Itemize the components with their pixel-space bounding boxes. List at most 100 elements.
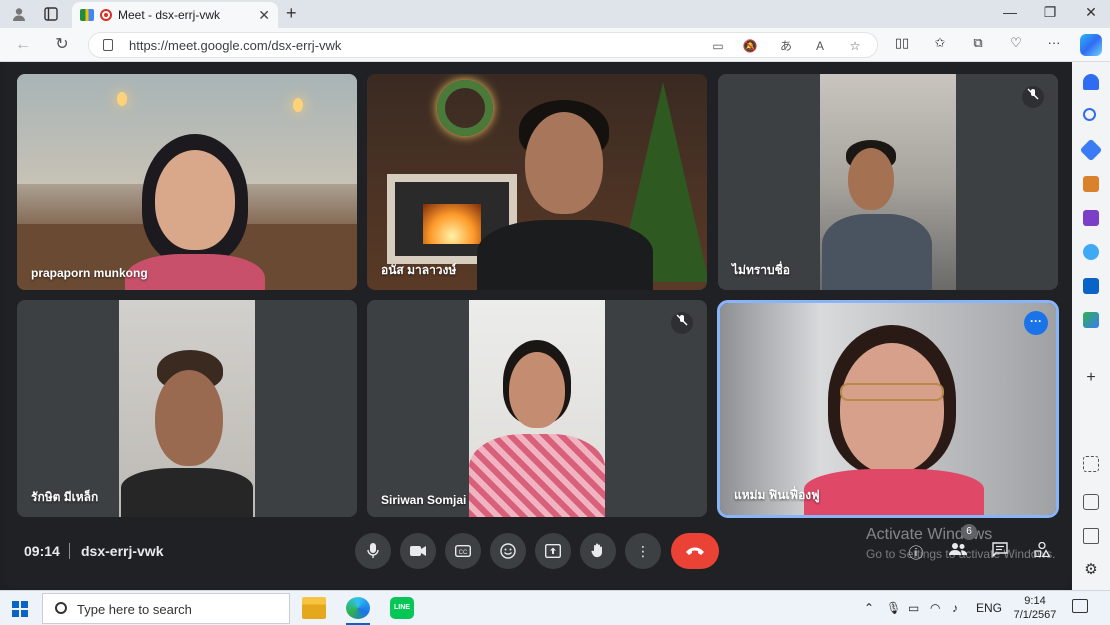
camera-in-use-icon[interactable]: ▭ — [709, 38, 727, 54]
participant-tile[interactable]: ไม่ทราบชื่อ — [718, 74, 1058, 290]
hide-sidebar-icon[interactable] — [1083, 494, 1099, 510]
taskbar-clock[interactable]: 9:14 7/1/2567 — [1013, 594, 1057, 622]
screenshot-icon[interactable] — [1083, 456, 1099, 472]
minimize-button[interactable]: — — [996, 4, 1024, 20]
participant-name: รักษิต มีเหล็ก — [31, 490, 99, 504]
tray-microphone-icon[interactable]: 🎙 — [886, 601, 901, 615]
read-aloud-icon[interactable]: A — [811, 38, 829, 54]
wifi-icon[interactable]: ◠ — [930, 601, 940, 615]
microsoft-365-icon[interactable] — [1083, 244, 1099, 260]
language-indicator[interactable]: ENG — [976, 601, 1002, 615]
recording-icon — [100, 9, 112, 21]
participant-body — [822, 214, 932, 290]
clock-time: 9:14 — [1024, 595, 1046, 607]
games-icon[interactable] — [1083, 210, 1099, 226]
meeting-time: 09:14 — [24, 543, 60, 559]
open-external-icon[interactable] — [1083, 528, 1099, 544]
participant-name: อนัส มาลาวงษ์ — [381, 263, 457, 277]
close-tab-icon[interactable]: ✕ — [258, 7, 270, 24]
participant-face — [155, 150, 235, 250]
activities-icon[interactable] — [1030, 541, 1054, 562]
notification-bell-icon[interactable] — [1083, 74, 1099, 90]
url-text: https://meet.google.com/dsx-errj-vwk — [129, 38, 342, 53]
favorite-star-icon[interactable]: ☆ — [846, 38, 864, 54]
participant-name: Siriwan Somjai — [381, 493, 467, 507]
microphone-button[interactable] — [355, 533, 391, 569]
profile-icon[interactable] — [8, 4, 30, 24]
lamp-icon — [293, 98, 303, 112]
taskbar-search-box[interactable]: Type here to search — [42, 593, 290, 624]
shopping-tag-icon[interactable] — [1079, 138, 1103, 162]
participant-name: ไม่ทราบชื่อ — [732, 263, 791, 277]
add-sidebar-app-icon[interactable]: + — [1083, 370, 1099, 386]
meet-stage: prapaporn munkong อนัส มาลาวงษ์ ไม่ทราบช… — [4, 62, 1072, 588]
participant-tile-active[interactable]: ··· แหม่ม ฟินเฟื่องฟู — [717, 300, 1059, 518]
collections-icon[interactable]: ⧉ — [968, 34, 988, 52]
edge-sidebar: + ⚙ — [1072, 62, 1110, 590]
fire-icon — [423, 204, 481, 244]
chat-icon[interactable] — [988, 542, 1012, 562]
meeting-info-icon[interactable]: ⓘ — [904, 542, 928, 562]
mute-tab-icon[interactable]: 🔕 — [741, 38, 759, 54]
back-arrow-icon[interactable]: ← — [12, 35, 34, 55]
participant-body — [121, 468, 253, 517]
battery-icon[interactable]: ▭ — [908, 601, 919, 615]
tab-meet[interactable]: Meet - dsx-errj-vwk ✕ — [72, 2, 278, 28]
browser-essentials-icon[interactable]: ♡ — [1006, 34, 1026, 52]
notification-center-icon[interactable] — [1072, 599, 1088, 613]
participant-name: แหม่ม ฟินเฟื่องฟู — [734, 488, 820, 502]
reactions-button[interactable] — [490, 533, 526, 569]
address-bar-row: ← ↻ https://meet.google.com/dsx-errj-vwk… — [0, 28, 1110, 62]
participant-face — [525, 112, 603, 214]
file-explorer-icon[interactable] — [302, 597, 326, 619]
search-icon[interactable] — [1083, 108, 1096, 121]
participant-tile[interactable]: อนัส มาลาวงษ์ — [367, 74, 707, 290]
copilot-icon[interactable] — [1080, 34, 1102, 56]
maximize-button[interactable]: ❐ — [1036, 4, 1064, 21]
settings-more-icon[interactable]: ··· — [1044, 34, 1064, 52]
translate-icon[interactable]: あ — [777, 38, 795, 54]
tab-title: Meet - dsx-errj-vwk — [118, 8, 221, 22]
line-app-icon[interactable]: LINE — [390, 597, 414, 619]
close-window-button[interactable]: ✕ — [1077, 4, 1105, 21]
favorites-icon[interactable]: ✩ — [930, 34, 950, 52]
participant-count-badge: 6 — [961, 524, 977, 540]
meeting-code: dsx-errj-vwk — [81, 543, 164, 559]
participant-face — [509, 352, 565, 428]
url-bar[interactable]: https://meet.google.com/dsx-errj-vwk ▭ 🔕… — [88, 32, 878, 58]
windows-start-icon[interactable] — [12, 601, 28, 617]
sidebar-settings-gear-icon[interactable]: ⚙ — [1083, 562, 1099, 578]
refresh-icon[interactable]: ↻ — [51, 35, 73, 55]
participant-tile[interactable]: รักษิต มีเหล็ก — [17, 300, 357, 517]
tools-briefcase-icon[interactable] — [1083, 176, 1099, 192]
meet-favicon-icon — [80, 9, 94, 21]
clock-date: 7/1/2567 — [1013, 609, 1057, 621]
people-icon[interactable] — [946, 542, 970, 562]
more-options-icon[interactable]: ··· — [1024, 311, 1048, 335]
more-options-button[interactable]: ⋮ — [625, 533, 661, 569]
raise-hand-button[interactable] — [580, 533, 616, 569]
present-screen-button[interactable] — [535, 533, 571, 569]
tab-actions-icon[interactable] — [40, 4, 62, 24]
drop-icon[interactable] — [1083, 312, 1099, 328]
volume-icon[interactable]: ♪ — [952, 601, 958, 615]
divider — [69, 543, 70, 559]
new-tab-button[interactable]: + — [286, 3, 297, 24]
svg-text:CC: CC — [459, 550, 468, 556]
muted-mic-icon — [671, 312, 693, 334]
captions-button[interactable]: CC — [445, 533, 481, 569]
participant-face — [155, 370, 223, 466]
search-placeholder: Type here to search — [77, 602, 192, 617]
tray-expand-icon[interactable]: ⌃ — [864, 601, 874, 615]
participant-tile[interactable]: Siriwan Somjai — [367, 300, 707, 517]
edge-browser-icon[interactable] — [346, 597, 370, 619]
camera-button[interactable] — [400, 533, 436, 569]
outlook-icon[interactable] — [1083, 278, 1099, 294]
split-screen-icon[interactable]: ▯▯ — [892, 34, 912, 52]
participant-tile[interactable]: prapaporn munkong — [17, 74, 357, 290]
windows-taskbar: Type here to search LINE ⌃ 🎙 ▭ ◠ ♪ ENG 9… — [0, 590, 1110, 625]
lamp-icon — [117, 92, 127, 106]
lock-icon — [103, 39, 113, 51]
participant-face — [848, 148, 894, 210]
leave-call-button[interactable] — [671, 533, 719, 569]
